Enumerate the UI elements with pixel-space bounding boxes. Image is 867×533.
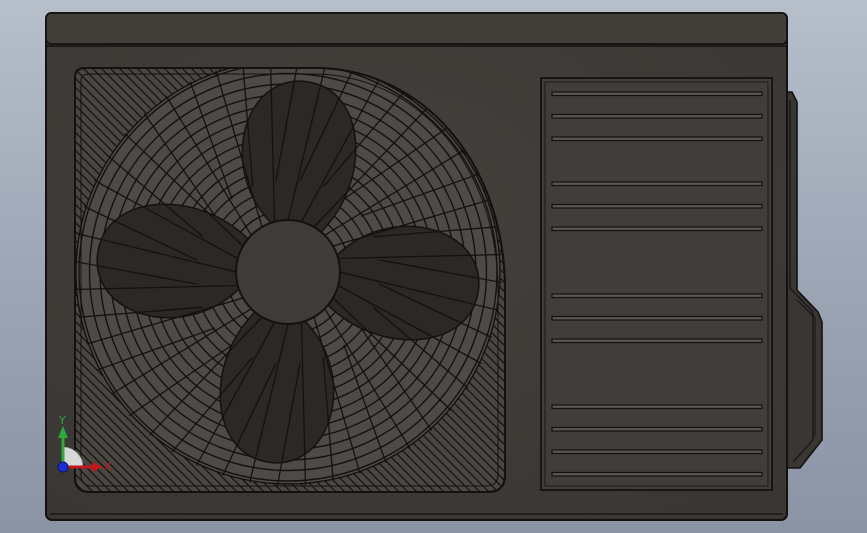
hatch-line	[0, 60, 11, 500]
hatch-line	[0, 60, 29, 500]
vent-slat	[551, 203, 763, 209]
vent-slat	[551, 136, 763, 142]
hatch-line	[0, 60, 2, 500]
side-bracket	[785, 91, 823, 469]
hatch-line	[0, 60, 47, 500]
vent-slat	[551, 91, 763, 97]
fan-hub	[235, 219, 341, 325]
vent-slat	[551, 315, 763, 321]
hatch-line	[0, 60, 38, 500]
cad-scene: Y X	[0, 12, 823, 521]
y-axis-label: Y	[58, 414, 66, 427]
z-axis-dot	[57, 461, 69, 473]
cad-viewport[interactable]: Y X	[0, 0, 867, 533]
vent-slat	[551, 404, 763, 410]
vent-slat	[551, 181, 763, 187]
vent-slat	[551, 226, 763, 232]
vent-panel	[540, 77, 773, 491]
x-axis-label: X	[104, 460, 112, 473]
top-lid	[45, 12, 788, 45]
vent-slat	[551, 471, 763, 477]
vent-slat	[551, 338, 763, 344]
vent-slat	[551, 426, 763, 432]
hatch-line	[0, 60, 20, 500]
vent-slat	[551, 113, 763, 119]
vent-slat	[551, 293, 763, 299]
vent-slat	[551, 449, 763, 455]
